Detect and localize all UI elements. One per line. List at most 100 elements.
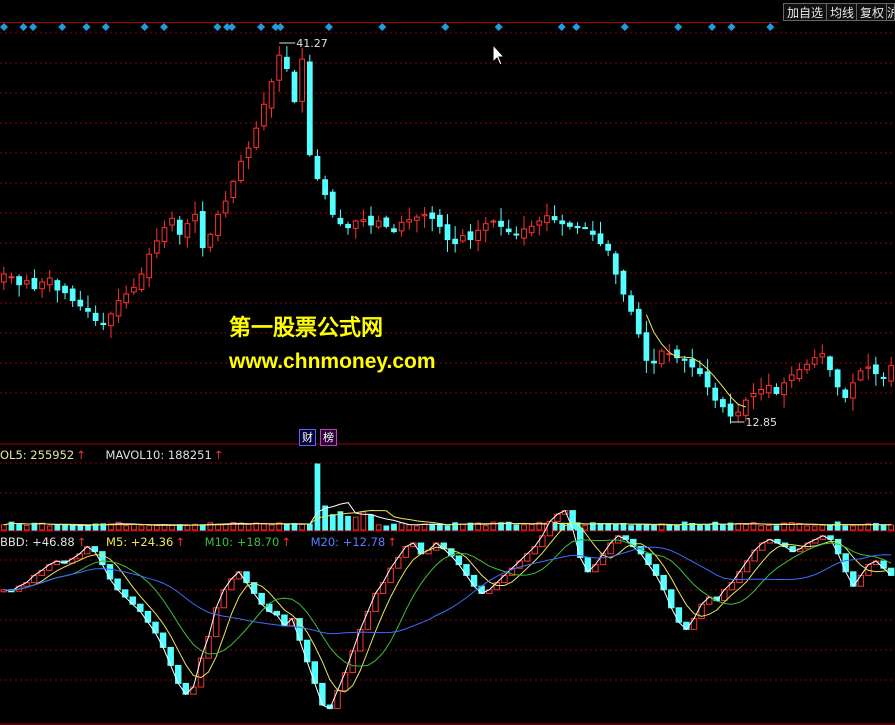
up-arrow-icon: ↑ <box>175 535 185 549</box>
volume-bar <box>245 524 252 531</box>
stock-chart-canvas[interactable]: 41.27 12.85 <box>0 0 895 725</box>
bbd-bar <box>144 610 152 623</box>
volume-bar <box>597 523 604 531</box>
candle-body <box>850 382 856 399</box>
candle-body <box>490 220 497 223</box>
bbd-bar <box>152 621 159 634</box>
candle-body <box>528 225 535 234</box>
bbd-bar <box>379 582 387 594</box>
volume-bar <box>398 522 405 531</box>
finance-badge[interactable]: 财 <box>299 429 316 446</box>
volume-bar <box>482 525 489 531</box>
mavol10-line <box>3 509 892 526</box>
signal-diamond-icon <box>620 23 629 31</box>
bbd-bar <box>106 564 114 580</box>
volume-bar <box>681 521 688 531</box>
volume-bar <box>345 515 351 531</box>
m20-label: M20: +12.78 ↑ <box>310 535 397 549</box>
adjust-price-button[interactable]: 复权 <box>856 3 889 21</box>
candle-body <box>811 357 818 365</box>
volume-bar <box>444 525 451 531</box>
candle-body <box>100 322 107 325</box>
candle-body <box>108 313 114 327</box>
candle-body <box>8 276 15 279</box>
price-candles <box>0 46 895 424</box>
bbd-bar <box>212 607 220 638</box>
bbd-bar <box>220 589 227 609</box>
candle-body <box>276 54 283 81</box>
bbd-bar <box>319 682 326 706</box>
candle-body <box>391 228 397 233</box>
volume-bar <box>804 525 810 531</box>
candle-body <box>123 293 130 304</box>
up-arrow-icon: ↑ <box>281 535 291 549</box>
bbd-bar <box>751 549 758 562</box>
bbd-bar <box>372 592 379 612</box>
candle-body <box>628 295 634 312</box>
bbd-bar <box>114 578 121 591</box>
signal-diamond-icon <box>101 23 110 31</box>
volume-bar <box>819 524 826 531</box>
bbd-bar <box>190 686 197 695</box>
candle-body <box>643 332 650 361</box>
bbd-bar <box>842 553 849 573</box>
ranking-badge[interactable]: 榜 <box>320 429 337 446</box>
candle-body <box>429 212 436 219</box>
watermark-title: 第一股票公式网 <box>229 316 384 341</box>
candle-body <box>199 211 206 249</box>
signal-diamond-icon <box>727 23 736 31</box>
candle-body <box>505 228 512 233</box>
bbd-bar <box>30 574 38 584</box>
volume-bar <box>329 514 336 531</box>
volume-bar <box>153 524 160 531</box>
volume-bar <box>513 524 520 531</box>
bbd-bar <box>523 553 531 562</box>
volume-bar <box>314 463 321 531</box>
volume-bar <box>857 524 864 531</box>
bbd-bar <box>690 618 698 630</box>
candle-body <box>612 253 619 275</box>
volume-bar <box>414 525 420 531</box>
candle-body <box>368 215 374 226</box>
volume-bar <box>261 523 267 531</box>
volume-bar <box>612 524 619 531</box>
volume-bar <box>130 524 137 531</box>
candle-body <box>727 403 734 417</box>
bbd-bar <box>349 650 356 674</box>
signal-diamond-icon <box>0 23 8 31</box>
candle-body <box>414 216 420 221</box>
up-arrow-icon: ↑ <box>76 448 86 462</box>
market-button[interactable]: 沪 <box>886 3 895 21</box>
volume-bar <box>605 523 612 531</box>
up-arrow-icon: ↑ <box>387 535 397 549</box>
volume-bar <box>184 525 191 531</box>
candle-body <box>215 213 221 236</box>
candle-body <box>857 370 864 381</box>
volume-bar <box>834 521 841 531</box>
candle-body <box>597 233 604 245</box>
candle-body <box>689 358 696 368</box>
candle-body <box>735 411 742 417</box>
volume-bar <box>842 525 849 531</box>
candle-body <box>865 366 872 369</box>
bbd-bar <box>417 542 425 555</box>
volume-bar <box>391 523 397 531</box>
candle-body <box>658 350 665 365</box>
volume-bar <box>146 524 153 531</box>
candle-body <box>742 399 749 416</box>
signal-diamond-icon <box>276 23 285 31</box>
bbd-bar <box>175 664 182 684</box>
candle-body <box>245 147 252 158</box>
bbd-bar <box>387 567 394 584</box>
candle-body <box>712 387 719 401</box>
volume-bar <box>620 522 627 531</box>
moving-average-button[interactable]: 均线 <box>826 3 859 21</box>
volume-legend: OL5: 255952 ↑ MAVOL10: 188251 ↑ <box>0 448 239 462</box>
volume-bar <box>207 522 214 531</box>
volume-bar <box>406 524 413 531</box>
candle-body <box>146 253 153 279</box>
bbd-bar <box>607 542 614 555</box>
bbd-bar <box>668 589 675 609</box>
candle-body <box>521 228 527 239</box>
add-watchlist-button[interactable]: 加自选 <box>783 3 828 21</box>
